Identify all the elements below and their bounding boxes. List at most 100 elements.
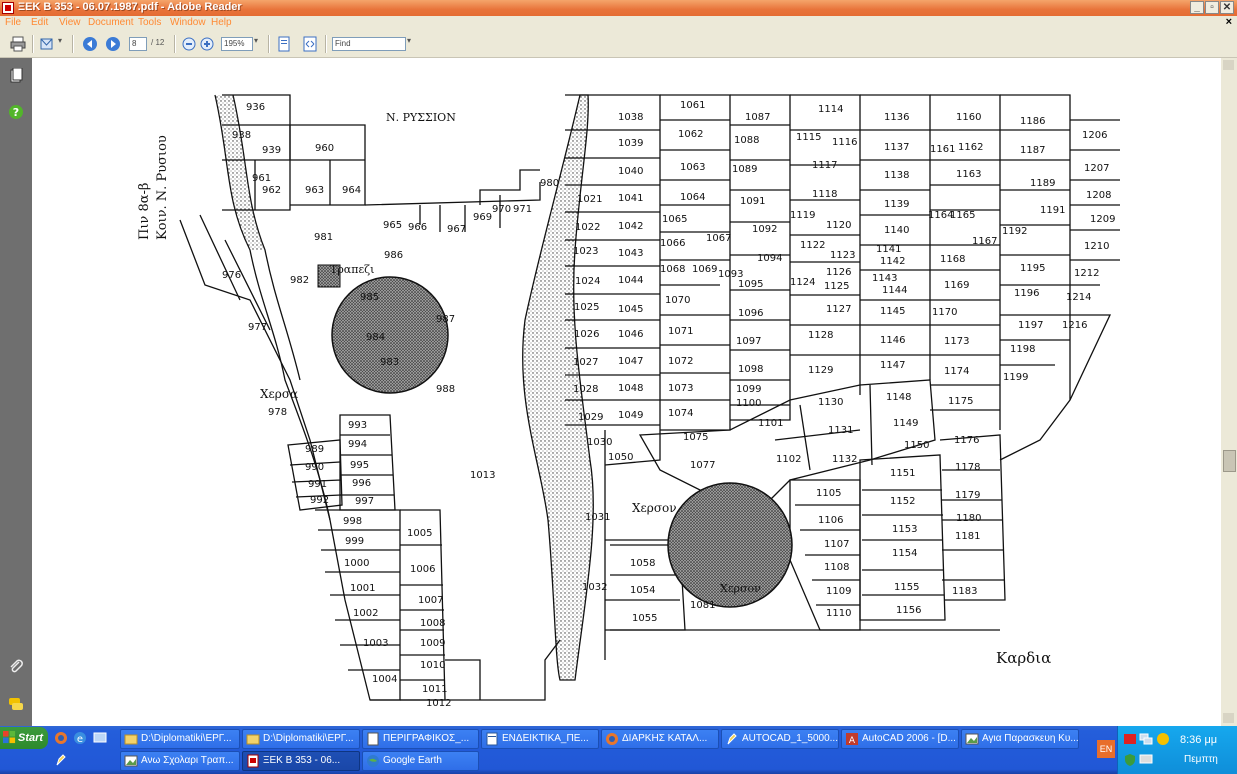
svg-text:1075: 1075: [683, 432, 708, 443]
svg-text:1186: 1186: [1020, 116, 1045, 127]
svg-text:1109: 1109: [826, 586, 851, 597]
language-indicator[interactable]: EN: [1097, 740, 1115, 758]
page-number-input[interactable]: 8: [129, 37, 147, 51]
task-perigrafikos[interactable]: ΠΕΡΙΓΡΑΦΙΚΟΣ_...: [362, 729, 479, 749]
menu-view[interactable]: View: [59, 17, 81, 28]
road-label: Ν. ΡΥΣΣΙΟΝ: [386, 111, 456, 124]
task-autocad-2006[interactable]: A AutoCAD 2006 - [D...: [841, 729, 959, 749]
pdf-document-view[interactable]: 936 938 939 960 961 962 963 964 965 966 967 969 97…: [32, 58, 1221, 726]
document-close-button[interactable]: ×: [1226, 16, 1232, 28]
ie-icon[interactable]: e: [73, 731, 87, 745]
previous-page-icon[interactable]: [82, 36, 98, 52]
autocad-icon: A: [846, 733, 858, 746]
scroll-up-arrow-icon[interactable]: [1223, 60, 1234, 70]
svg-text:1040: 1040: [618, 166, 643, 177]
pen-icon[interactable]: [54, 753, 68, 767]
svg-text:1197: 1197: [1018, 320, 1043, 331]
print-icon[interactable]: [10, 36, 26, 52]
folder-icon: [246, 734, 260, 745]
menu-document[interactable]: Document: [88, 17, 134, 28]
show-desktop-icon[interactable]: [93, 731, 107, 745]
menu-file[interactable]: File: [5, 17, 21, 28]
svg-text:936: 936: [246, 102, 265, 113]
svg-text:1077: 1077: [690, 460, 715, 471]
svg-text:1126: 1126: [826, 267, 851, 278]
attach-email-icon[interactable]: [40, 36, 56, 52]
pages-icon[interactable]: [8, 68, 24, 84]
monitor-icon[interactable]: [1139, 753, 1153, 767]
svg-text:1107: 1107: [824, 539, 849, 550]
zoom-dropdown-icon[interactable]: ▾: [254, 36, 258, 45]
task-agia-paraskevi[interactable]: Αγια Παρασκευη Κυ...: [961, 729, 1079, 749]
svg-text:1149: 1149: [893, 418, 918, 429]
svg-text:1106: 1106: [818, 515, 843, 526]
fit-width-icon[interactable]: [302, 36, 318, 52]
svg-text:1013: 1013: [470, 470, 495, 481]
svg-text:1114: 1114: [818, 104, 843, 115]
minimize-button[interactable]: _: [1190, 1, 1204, 14]
svg-text:1092: 1092: [752, 224, 777, 235]
zoom-level-input[interactable]: 195%: [221, 37, 253, 51]
xersa-label: Χερσα: [260, 387, 298, 401]
svg-text:1125: 1125: [824, 281, 849, 292]
dropdown-arrow-icon[interactable]: ▾: [58, 36, 62, 45]
attachments-icon[interactable]: [8, 658, 24, 674]
comments-icon[interactable]: [8, 696, 24, 712]
svg-text:1096: 1096: [738, 308, 763, 319]
scroll-down-arrow-icon[interactable]: [1223, 713, 1234, 723]
task-ano-scholari[interactable]: Ανω Σχολαρι Τραπ...: [120, 751, 240, 771]
chat-icon[interactable]: [1156, 732, 1170, 746]
ati-icon[interactable]: [1123, 732, 1137, 746]
clock-time[interactable]: 8:36 μμ: [1180, 734, 1217, 746]
network-icon[interactable]: [1139, 732, 1153, 746]
task-endeiktika[interactable]: ΕΝΔΕΙΚΤΙΚΑ_ΠΕ...: [481, 729, 599, 749]
svg-text:960: 960: [315, 143, 334, 154]
zoom-in-icon[interactable]: [199, 36, 215, 52]
shield-icon[interactable]: [1123, 753, 1137, 767]
svg-text:1209: 1209: [1090, 214, 1115, 225]
menu-bar: File Edit View Document Tools Window Hel…: [0, 16, 1237, 31]
svg-text:965: 965: [383, 220, 402, 231]
menu-tools[interactable]: Tools: [138, 17, 161, 28]
svg-text:963: 963: [305, 185, 324, 196]
start-button[interactable]: Start: [0, 727, 48, 749]
svg-text:1120: 1120: [826, 220, 851, 231]
svg-text:1148: 1148: [886, 392, 911, 403]
svg-text:1098: 1098: [738, 364, 763, 375]
svg-text:1179: 1179: [955, 490, 980, 501]
find-input[interactable]: Find: [332, 37, 406, 51]
svg-text:1025: 1025: [574, 302, 599, 313]
svg-text:1094: 1094: [757, 253, 782, 264]
svg-text:1087: 1087: [745, 112, 770, 123]
help-icon[interactable]: ?: [8, 104, 24, 120]
fit-page-icon[interactable]: [276, 36, 292, 52]
svg-text:1026: 1026: [574, 329, 599, 340]
task-folder-1[interactable]: D:\Diplomatiki\ΕΡΓ...: [120, 729, 240, 749]
svg-text:938: 938: [232, 130, 251, 141]
menu-window[interactable]: Window: [170, 17, 206, 28]
vertical-scrollbar[interactable]: [1221, 58, 1237, 726]
menu-help[interactable]: Help: [211, 17, 232, 28]
svg-text:1189: 1189: [1030, 178, 1055, 189]
scrollbar-thumb[interactable]: [1223, 450, 1236, 472]
task-google-earth[interactable]: Google Earth: [362, 751, 479, 771]
svg-text:1132: 1132: [832, 454, 857, 465]
find-dropdown-icon[interactable]: ▾: [407, 36, 411, 45]
task-autocad-1-5000[interactable]: AUTOCAD_1_5000...: [721, 729, 839, 749]
google-earth-icon: [367, 755, 379, 767]
menu-edit[interactable]: Edit: [31, 17, 48, 28]
svg-text:987: 987: [436, 314, 455, 325]
svg-text:A: A: [849, 736, 856, 746]
zoom-out-icon[interactable]: [181, 36, 197, 52]
svg-text:1146: 1146: [880, 335, 905, 346]
task-folder-2[interactable]: D:\Diplomatiki\ΕΡΓ...: [242, 729, 360, 749]
next-page-icon[interactable]: [105, 36, 121, 52]
close-button[interactable]: ✕: [1220, 1, 1234, 14]
svg-text:1005: 1005: [407, 528, 432, 539]
task-diarkis-katal[interactable]: ΔΙΑΡΚΗΣ ΚΑΤΑΛ...: [601, 729, 719, 749]
svg-text:1153: 1153: [892, 524, 917, 535]
task-adobe-reader-active[interactable]: ΞΕΚ Β 353 - 06...: [242, 751, 360, 771]
firefox-icon[interactable]: [54, 731, 68, 745]
svg-text:1006: 1006: [410, 564, 435, 575]
maximize-button[interactable]: ▫: [1205, 1, 1219, 14]
